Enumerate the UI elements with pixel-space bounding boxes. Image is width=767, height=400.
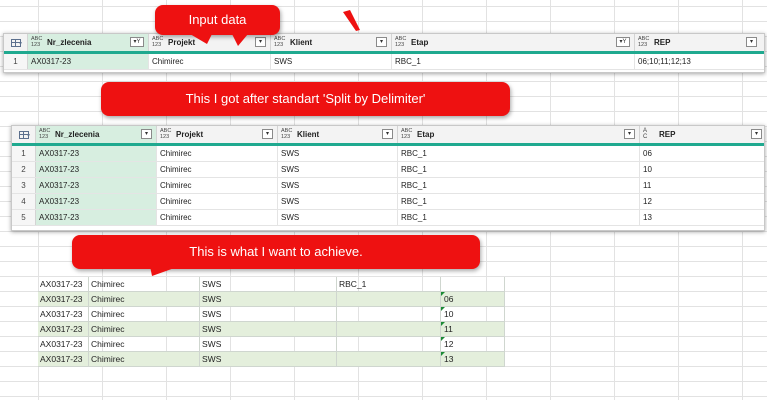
sheet-cell[interactable]: 10 <box>441 307 505 322</box>
sheet-cell[interactable]: Chimirec <box>89 307 200 322</box>
sheet-cell[interactable] <box>337 307 441 322</box>
sheet-row: AX0317-23 Chimirec SWS RBC_1 <box>38 277 505 292</box>
sheet-cell[interactable]: AX0317-23 <box>38 322 89 337</box>
sheet-cell[interactable]: AX0317-23 <box>38 352 89 367</box>
sheet-cell[interactable]: AX0317-23 <box>38 307 89 322</box>
sheet-cell[interactable]: Chimirec <box>89 337 200 352</box>
sheet-cell[interactable]: RBC_1 <box>337 277 441 292</box>
sheet-cell[interactable]: Chimirec <box>89 292 200 307</box>
number-as-text-indicator-icon <box>441 322 445 326</box>
sheet-cell[interactable]: SWS <box>200 322 337 337</box>
sheet-cell[interactable] <box>337 322 441 337</box>
sheet-cell[interactable]: AX0317-23 <box>38 292 89 307</box>
sheet-cell[interactable]: AX0317-23 <box>38 277 89 292</box>
sheet-row: AX0317-23 Chimirec SWS 12 <box>38 337 505 352</box>
sheet-row: AX0317-23 Chimirec SWS 10 <box>38 307 505 322</box>
sheet-cell[interactable]: SWS <box>200 292 337 307</box>
sheet-cell[interactable]: SWS <box>200 277 337 292</box>
number-as-text-indicator-icon <box>441 337 445 341</box>
sheet-cell[interactable] <box>337 337 441 352</box>
sheet-cell[interactable]: Chimirec <box>89 322 200 337</box>
sheet-cell[interactable]: 11 <box>441 322 505 337</box>
sheet-cell[interactable] <box>337 292 441 307</box>
number-as-text-indicator-icon <box>441 292 445 296</box>
sheet-row: AX0317-23 Chimirec SWS 06 <box>38 292 505 307</box>
sheet-row: AX0317-23 Chimirec SWS 11 <box>38 322 505 337</box>
sheet-cell[interactable]: 13 <box>441 352 505 367</box>
sheet-cell[interactable]: 12 <box>441 337 505 352</box>
sheet-cell[interactable]: SWS <box>200 307 337 322</box>
sheet-cell[interactable]: Chimirec <box>89 352 200 367</box>
sheet-row: AX0317-23 Chimirec SWS 13 <box>38 352 505 367</box>
sheet-cell[interactable] <box>441 277 505 292</box>
sheet-cell[interactable]: SWS <box>200 337 337 352</box>
number-as-text-indicator-icon <box>441 352 445 356</box>
sheet-cell[interactable]: AX0317-23 <box>38 337 89 352</box>
sheet-cell[interactable]: 06 <box>441 292 505 307</box>
sheet-cell[interactable]: SWS <box>200 352 337 367</box>
sheet-cell[interactable] <box>337 352 441 367</box>
number-as-text-indicator-icon <box>441 307 445 311</box>
sheet-cell[interactable]: Chimirec <box>89 277 200 292</box>
